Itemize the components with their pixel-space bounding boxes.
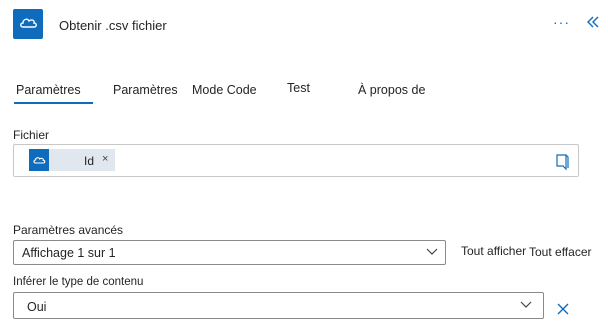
tab-mode-code[interactable]: Mode Code <box>192 83 257 97</box>
show-all-button[interactable]: Tout afficher <box>461 244 526 258</box>
token-label: Id <box>84 154 95 168</box>
file-field[interactable]: Id × <box>13 144 579 177</box>
folder-browse-icon[interactable] <box>554 153 570 171</box>
advanced-params-select-value: Affichage 1 sur 1 <box>22 246 116 260</box>
more-options-button[interactable]: ··· <box>553 13 571 31</box>
chevron-down-icon <box>520 301 532 308</box>
clear-all-button[interactable]: Tout effacer <box>529 245 591 259</box>
onedrive-cloud-icon <box>13 9 43 39</box>
dynamic-content-token[interactable]: Id × <box>29 149 115 171</box>
page-title: Obtenir .csv fichier <box>59 18 167 33</box>
tab-a-propos[interactable]: À propos de <box>358 83 425 97</box>
infer-content-type-value: Oui <box>27 300 47 314</box>
advanced-params-select[interactable]: Affichage 1 sur 1 <box>13 240 446 265</box>
token-remove-button[interactable]: × <box>102 153 108 165</box>
infer-content-type-label: Inférer le type de contenu <box>13 276 144 288</box>
tab-parametres-secondary[interactable]: Paramètres <box>113 83 178 97</box>
action-panel: Obtenir .csv fichier ··· Paramètres Para… <box>0 0 608 330</box>
close-icon[interactable] <box>556 302 570 316</box>
infer-content-type-select[interactable]: Oui <box>13 292 544 319</box>
chevron-down-icon <box>426 248 438 255</box>
tab-parametres[interactable]: Paramètres <box>14 83 93 104</box>
collapse-icon[interactable] <box>584 13 602 31</box>
tab-bar: Paramètres Paramètres Mode Code Test À p… <box>0 80 608 108</box>
advanced-params-label: Paramètres avancés <box>13 223 124 237</box>
file-field-label: Fichier <box>13 128 50 142</box>
onedrive-cloud-icon <box>29 149 49 171</box>
tab-test[interactable]: Test <box>287 81 310 95</box>
